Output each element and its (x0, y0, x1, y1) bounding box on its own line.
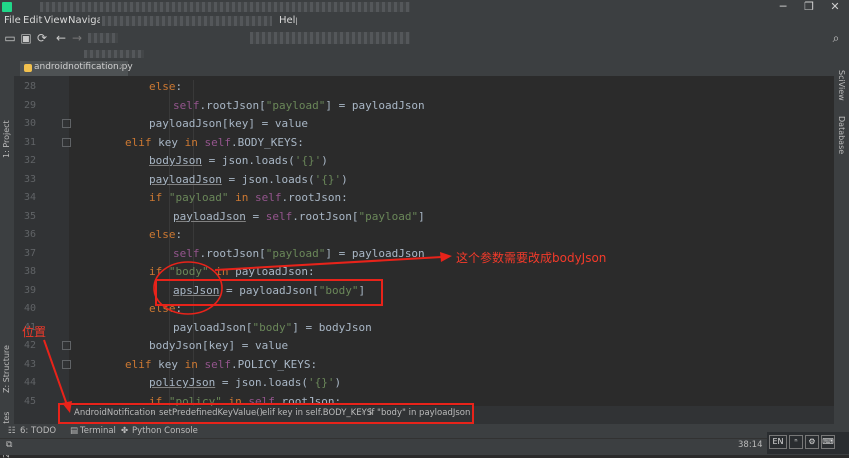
annotation-note-left: 位置 (22, 325, 47, 339)
annotation-arrow-down (43, 339, 68, 406)
annotation-box-breadcrumb (58, 403, 474, 424)
annotation-circle (153, 261, 223, 315)
annotation-arrow-right (214, 256, 443, 271)
annotation-arrowhead-right-icon (440, 252, 452, 262)
annotation-note-right: 这个参数需要改成bodyJson (456, 251, 607, 265)
annotation-overlay (43, 252, 452, 413)
